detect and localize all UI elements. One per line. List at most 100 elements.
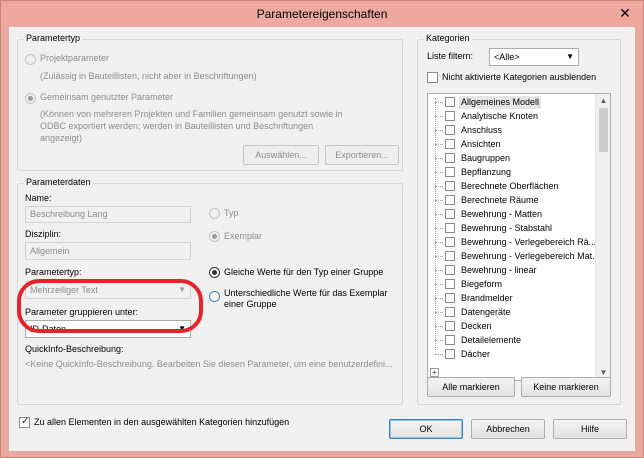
kategorie-checkbox[interactable] [445,209,455,219]
unterschiedliche-werte-radio[interactable] [209,291,220,302]
kategorie-label: Ansichten [461,139,501,149]
kategorie-checkbox[interactable] [445,195,455,205]
tree-branch [435,228,443,229]
expand-icon[interactable]: + [430,368,439,377]
kategorie-item[interactable]: Baugruppen [428,152,598,165]
parametertyp-combo[interactable]: Mehrzeiliger Text ▼ [25,281,191,299]
kategorie-checkbox[interactable] [445,265,455,275]
kategorien-legend: Kategorien [424,33,472,43]
kategorie-item[interactable]: Brandmelder [428,292,598,305]
kategorie-item[interactable]: Biegeform [428,278,598,291]
projektparameter-description: (Zulässig in Bauteillisten, nicht aber i… [40,71,257,81]
kategorie-label: Baugruppen [461,153,511,163]
kategorie-item[interactable]: Bewehrung - linear [428,264,598,277]
kategorie-item[interactable]: Bewehrung - Verlegebereich Mat... [428,250,600,263]
projektparameter-radio[interactable] [25,54,36,65]
tree-branch [435,186,443,187]
kategorie-checkbox[interactable] [445,279,455,289]
parametertyp-value: Mehrzeiliger Text [30,285,98,295]
kategorie-checkbox[interactable] [445,125,455,135]
exemplar-radio[interactable] [209,231,220,242]
gleiche-werte-radio[interactable] [209,267,220,278]
kategorie-item[interactable]: Ansichten [428,138,598,151]
kategorie-item[interactable]: Bepflanzung [428,166,598,179]
kategorie-label: Decken [461,321,492,331]
tree-branch [435,158,443,159]
kategorie-checkbox[interactable] [445,153,455,163]
kategorie-item[interactable]: Berechnete Räume [428,194,598,207]
kategorie-label: Biegeform [461,279,503,289]
tree-branch [435,200,443,201]
kategorie-checkbox[interactable] [445,237,455,247]
kategorie-checkbox[interactable] [445,223,455,233]
kategorie-item[interactable]: Decken [428,320,598,333]
ok-button[interactable]: OK [389,419,463,439]
kategorie-checkbox[interactable] [445,97,455,107]
kategorie-checkbox[interactable] [445,167,455,177]
exportieren-button[interactable]: Exportieren... [325,145,399,165]
kategorie-item[interactable]: Bewehrung - Verlegebereich Rä... [428,236,598,249]
hide-inactive-label: Nicht aktivierte Kategorien ausblenden [442,72,597,82]
disziplin-value: Allgemein [30,246,70,256]
dialog-window: Parametereigenschaften ✕ Parametertyp Pr… [0,0,644,458]
kategorie-checkbox[interactable] [445,335,455,345]
abbrechen-button[interactable]: Abbrechen [471,419,545,439]
kategorie-checkbox[interactable] [445,321,455,331]
chevron-down-icon: ▼ [566,52,574,61]
kategorie-item[interactable]: Detailelemente [428,334,598,347]
add-all-checkbox[interactable]: ✓ [19,416,30,428]
tree-branch [435,298,443,299]
disziplin-combo[interactable]: Allgemein [25,242,191,260]
scroll-up-icon[interactable]: ▲ [596,94,610,108]
kategorie-label: Datengeräte [461,307,511,317]
parametertyp-field-label: Parametertyp: [25,267,82,277]
name-field[interactable]: Beschreibung Lang [25,206,191,223]
tree-branch [435,130,443,131]
typ-radio[interactable] [209,208,220,219]
filter-value: <Alle> [494,52,520,62]
kategorie-label: Anschluss [461,125,503,135]
gemeinsam-label: Gemeinsam genutzter Parameter [40,92,174,102]
radio-dot [28,96,33,101]
alle-markieren-button[interactable]: Alle markieren [427,377,515,397]
auswaehlen-button[interactable]: Auswählen... [243,145,319,165]
scroll-thumb[interactable] [599,108,608,152]
kategorie-label: Bewehrung - linear [461,265,537,275]
quickinfo-label: QuickInfo-Beschreibung: [25,344,124,354]
kategorie-label: Brandmelder [461,293,513,303]
title-bar[interactable]: Parametereigenschaften ✕ [1,1,643,27]
kategorie-checkbox[interactable] [445,111,455,121]
close-icon[interactable]: ✕ [615,4,635,22]
gemeinsam-description-2: ODBC exportiert werden; werden in Bautei… [40,121,314,131]
keine-markieren-button[interactable]: Keine markieren [521,377,611,397]
gruppieren-combo[interactable]: ID-Daten ▼ [25,320,191,338]
kategorie-item[interactable]: Anschluss [428,124,598,137]
tree-branch [435,214,443,215]
tree-branch [435,312,443,313]
kategorie-item[interactable]: Analytische Knoten [428,110,598,123]
kategorie-label: Detailelemente [461,335,522,345]
hilfe-button[interactable]: Hilfe [553,419,627,439]
tree-branch [435,270,443,271]
gemeinsam-radio[interactable] [25,93,36,104]
quickinfo-value[interactable]: <Keine QuickInfo-Beschreibung. Bearbeite… [25,359,395,369]
kategorie-item[interactable]: Datengeräte [428,306,598,319]
kategorie-item[interactable]: Berechnete Oberflächen [428,180,598,193]
tree-branch [435,242,443,243]
gemeinsam-description-3: angezeigt) [40,133,83,143]
kategorie-checkbox[interactable] [445,181,455,191]
kategorie-item[interactable]: Bewehrung - Matten [428,208,598,221]
scrollbar[interactable]: ▲ ▼ [595,94,610,380]
kategorie-item[interactable]: Bewehrung - Stabstahl [428,222,598,235]
kategorie-checkbox[interactable] [445,349,455,359]
kategorie-item[interactable]: Dächer [428,348,598,361]
kategorie-checkbox[interactable] [445,139,455,149]
kategorie-checkbox[interactable] [445,251,455,261]
hide-inactive-checkbox[interactable] [427,72,438,83]
kategorien-list[interactable]: Allgemeines Modell Analytische Knoten Ansc… [427,93,611,381]
filter-combo[interactable]: <Alle> ▼ [489,48,579,66]
kategorie-checkbox[interactable] [445,293,455,303]
kategorie-checkbox[interactable] [445,307,455,317]
chevron-down-icon: ▼ [178,285,186,294]
kategorie-item[interactable]: Allgemeines Modell [428,96,598,109]
